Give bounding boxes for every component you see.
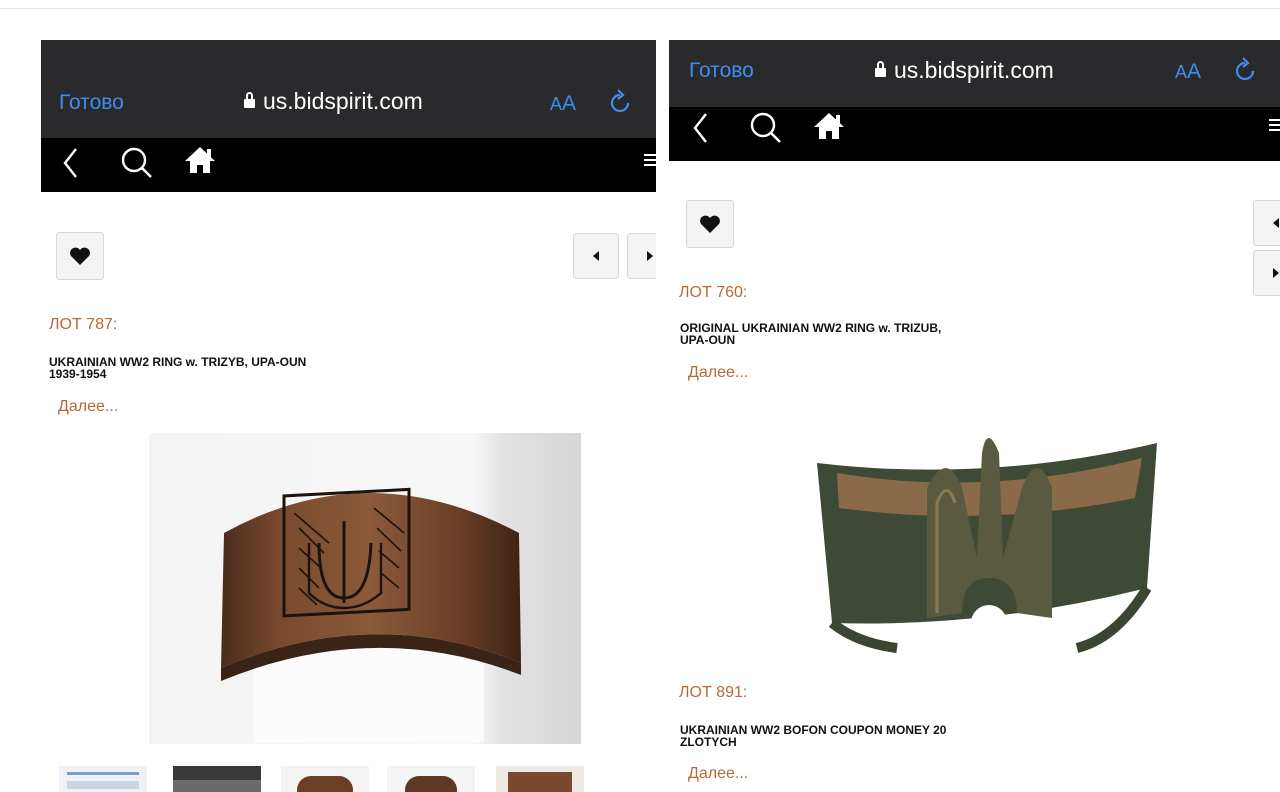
thumbnail-2[interactable] [173,766,261,792]
lot-title-2-line-2: ZLOTYCH [680,735,737,749]
back-icon[interactable] [61,146,81,180]
favorite-button[interactable] [686,200,734,248]
lot-title-line-2: 1939-1954 [49,367,107,381]
text-size-button[interactable]: AA [550,92,576,116]
lot-title[interactable]: UKRAINIAN WW2 RING w. TRIZYB, UPA-OUN 19… [49,356,306,380]
text-size-big: A [562,92,577,115]
lot-title-line-2: UPA-OUN [680,333,736,347]
lot-title-2[interactable]: UKRAINIAN WW2 BOFON COUPON MONEY 20 ZLOT… [680,724,946,748]
next-lot-button[interactable] [1253,250,1280,296]
next-lot-button[interactable] [627,233,656,279]
home-icon[interactable] [812,111,846,141]
text-size-small: A [550,94,563,114]
thumbnail-1[interactable] [59,766,147,792]
lot-photo[interactable] [149,433,581,744]
lot-number: ЛОТ 760: [679,284,748,301]
prev-lot-button[interactable] [573,233,619,279]
thumbnail-5[interactable] [496,766,584,792]
read-more-link[interactable]: Далее... [58,398,118,416]
url-text: us.bidspirit.com [894,57,1054,83]
lot-number: ЛОТ 787: [49,316,118,333]
lot-photo[interactable] [777,428,1205,656]
back-icon[interactable] [691,111,711,145]
heart-icon [70,247,90,265]
prev-arrow-icon [1273,218,1279,228]
prev-arrow-icon [593,251,599,261]
right-phone-screenshot: Готово us.bidspirit.com AA ЛОТ 760: ORIG… [669,40,1280,792]
thumbnail-4[interactable] [387,766,475,792]
menu-icon[interactable] [644,154,656,169]
thumbnail-3[interactable] [281,766,369,792]
heart-icon [700,215,720,233]
search-icon[interactable] [119,145,155,181]
next-arrow-icon [647,251,653,261]
site-nav-bar [669,107,1280,161]
done-button[interactable]: Готово [59,91,124,115]
prev-lot-button[interactable] [1253,200,1280,246]
address-bar[interactable]: us.bidspirit.com [875,57,1054,84]
site-nav-bar [41,138,656,192]
reload-icon[interactable] [1234,56,1256,82]
text-size-big: A [1187,60,1202,83]
home-icon[interactable] [183,145,217,175]
lock-icon [875,61,886,77]
read-more-link[interactable]: Далее... [688,364,748,382]
done-button[interactable]: Готово [689,59,754,83]
url-text: us.bidspirit.com [263,88,423,114]
left-phone-screenshot: Готово us.bidspirit.com AA ЛОТ 787: UKRA… [41,40,656,792]
lot-number-2: ЛОТ 891: [679,684,748,701]
favorite-button[interactable] [56,232,104,280]
window-top-divider [0,8,1280,9]
text-size-button[interactable]: AA [1175,60,1201,84]
reload-icon[interactable] [609,88,631,114]
address-bar[interactable]: us.bidspirit.com [244,88,423,115]
menu-icon[interactable] [1269,119,1280,134]
next-arrow-icon [1273,268,1279,278]
lot-title[interactable]: ORIGINAL UKRAINIAN WW2 RING w. TRIZUB, U… [680,322,941,346]
safari-toolbar: Готово us.bidspirit.com AA [669,40,1280,107]
search-icon[interactable] [748,110,784,146]
text-size-small: A [1175,62,1188,82]
read-more-link-2[interactable]: Далее... [688,765,748,783]
safari-toolbar: Готово us.bidspirit.com AA [41,40,656,138]
lock-icon [244,92,255,108]
